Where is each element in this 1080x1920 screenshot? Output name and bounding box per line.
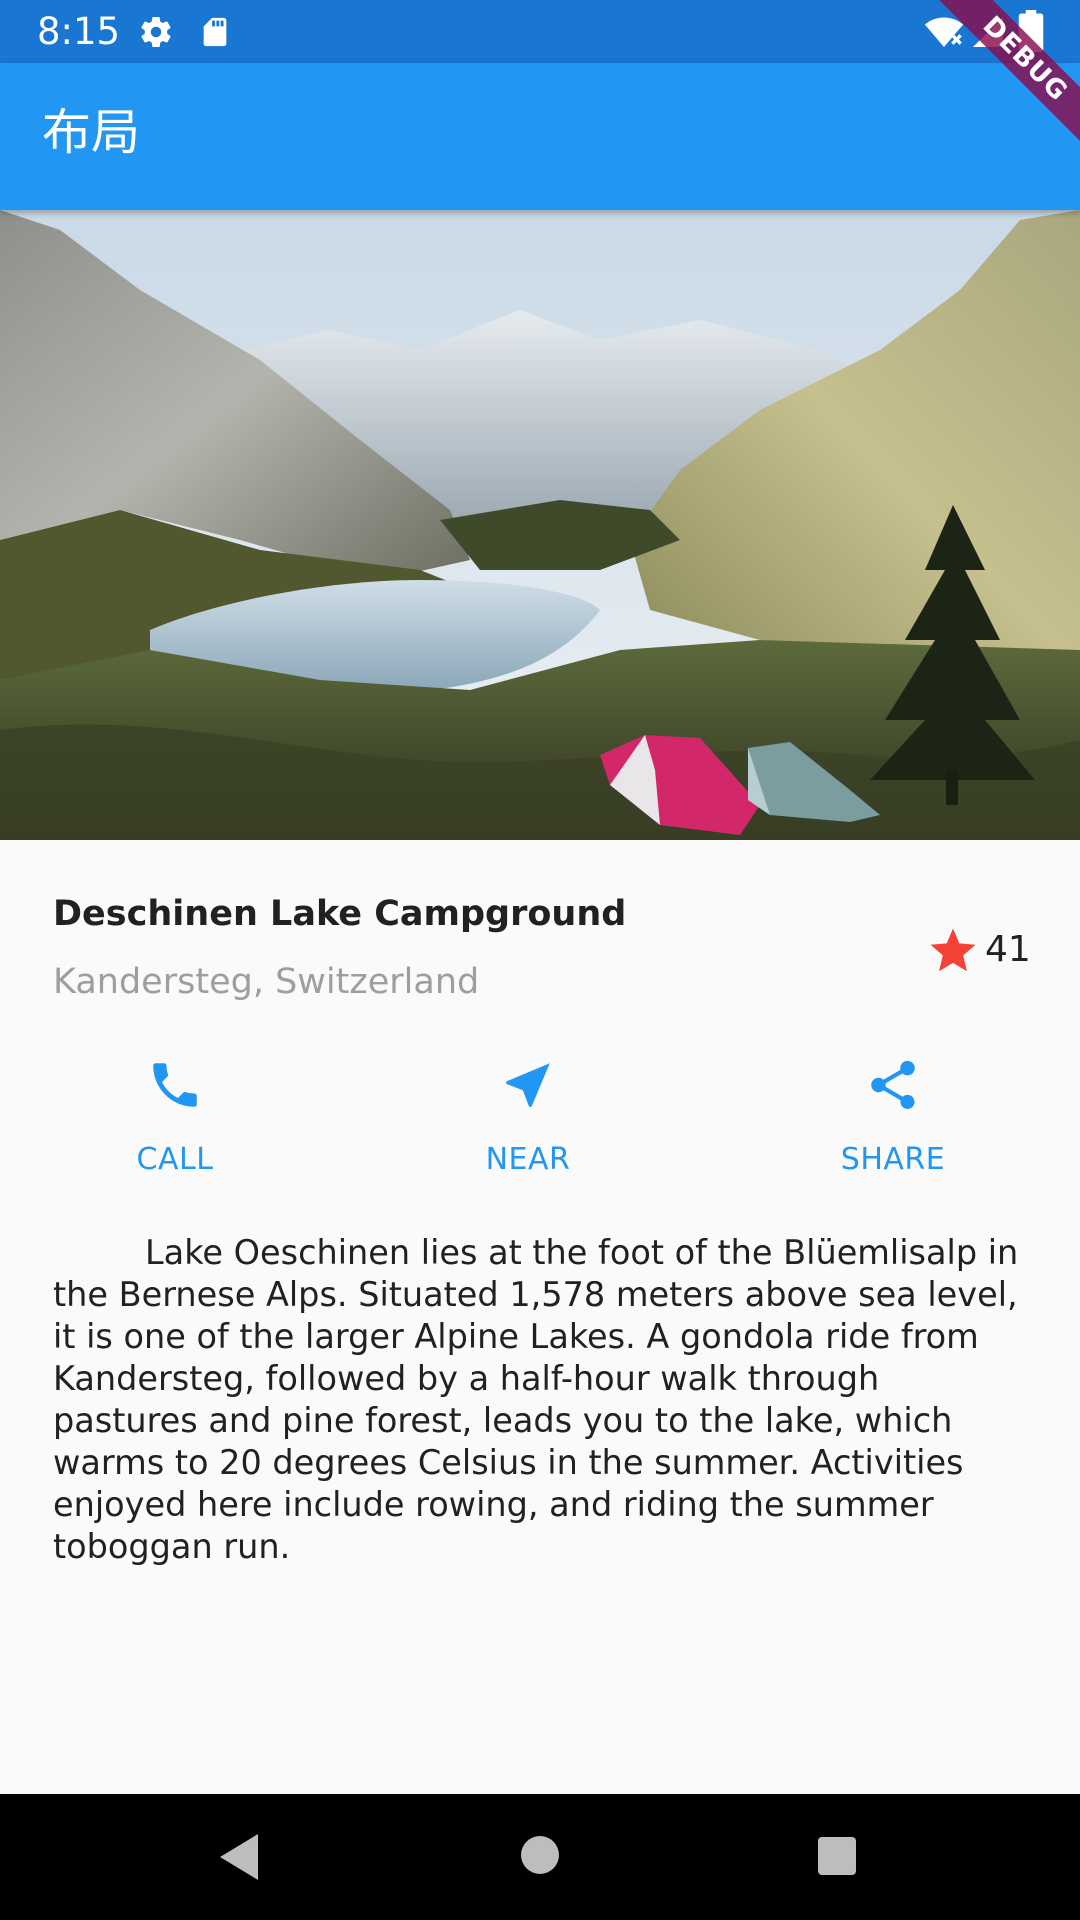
share-label: SHARE [840,1142,946,1177]
share-icon [871,1060,915,1109]
share-button[interactable]: SHARE [793,1040,993,1190]
app-title: 布局 [42,104,141,161]
status-time: 8:15 [37,10,121,53]
back-icon[interactable] [214,1828,262,1891]
battery-icon [1018,10,1044,57]
wifi-icon [922,12,966,57]
place-name: Deschinen Lake Campground [53,894,627,934]
phone-icon [153,1063,197,1107]
navigation-icon [506,1063,550,1107]
call-button[interactable]: CALL [75,1040,275,1190]
home-icon[interactable] [519,1834,561,1881]
hero-image [0,210,1080,840]
call-label: CALL [136,1142,214,1177]
title-section: Deschinen Lake Campground Kandersteg, Sw… [0,840,1080,1020]
sd-card-icon [198,14,232,55]
signal-icon [970,12,1006,57]
gear-icon [138,14,174,55]
star-icon[interactable] [926,924,980,983]
near-button[interactable]: NEAR [428,1040,628,1190]
description-text: Lake Oeschinen lies at the foot of the B… [53,1233,1019,1566]
landscape-photo [0,210,1080,840]
app-bar: 布局 [0,63,1080,210]
near-label: NEAR [485,1142,571,1177]
place-location: Kandersteg, Switzerland [53,962,480,1002]
button-section: CALL NEAR SHARE [0,1040,1080,1190]
rating-count: 41 [985,929,1031,970]
recents-icon[interactable] [816,1835,858,1882]
status-bar: 8:15 [0,0,1080,63]
nav-bar [0,1794,1080,1920]
